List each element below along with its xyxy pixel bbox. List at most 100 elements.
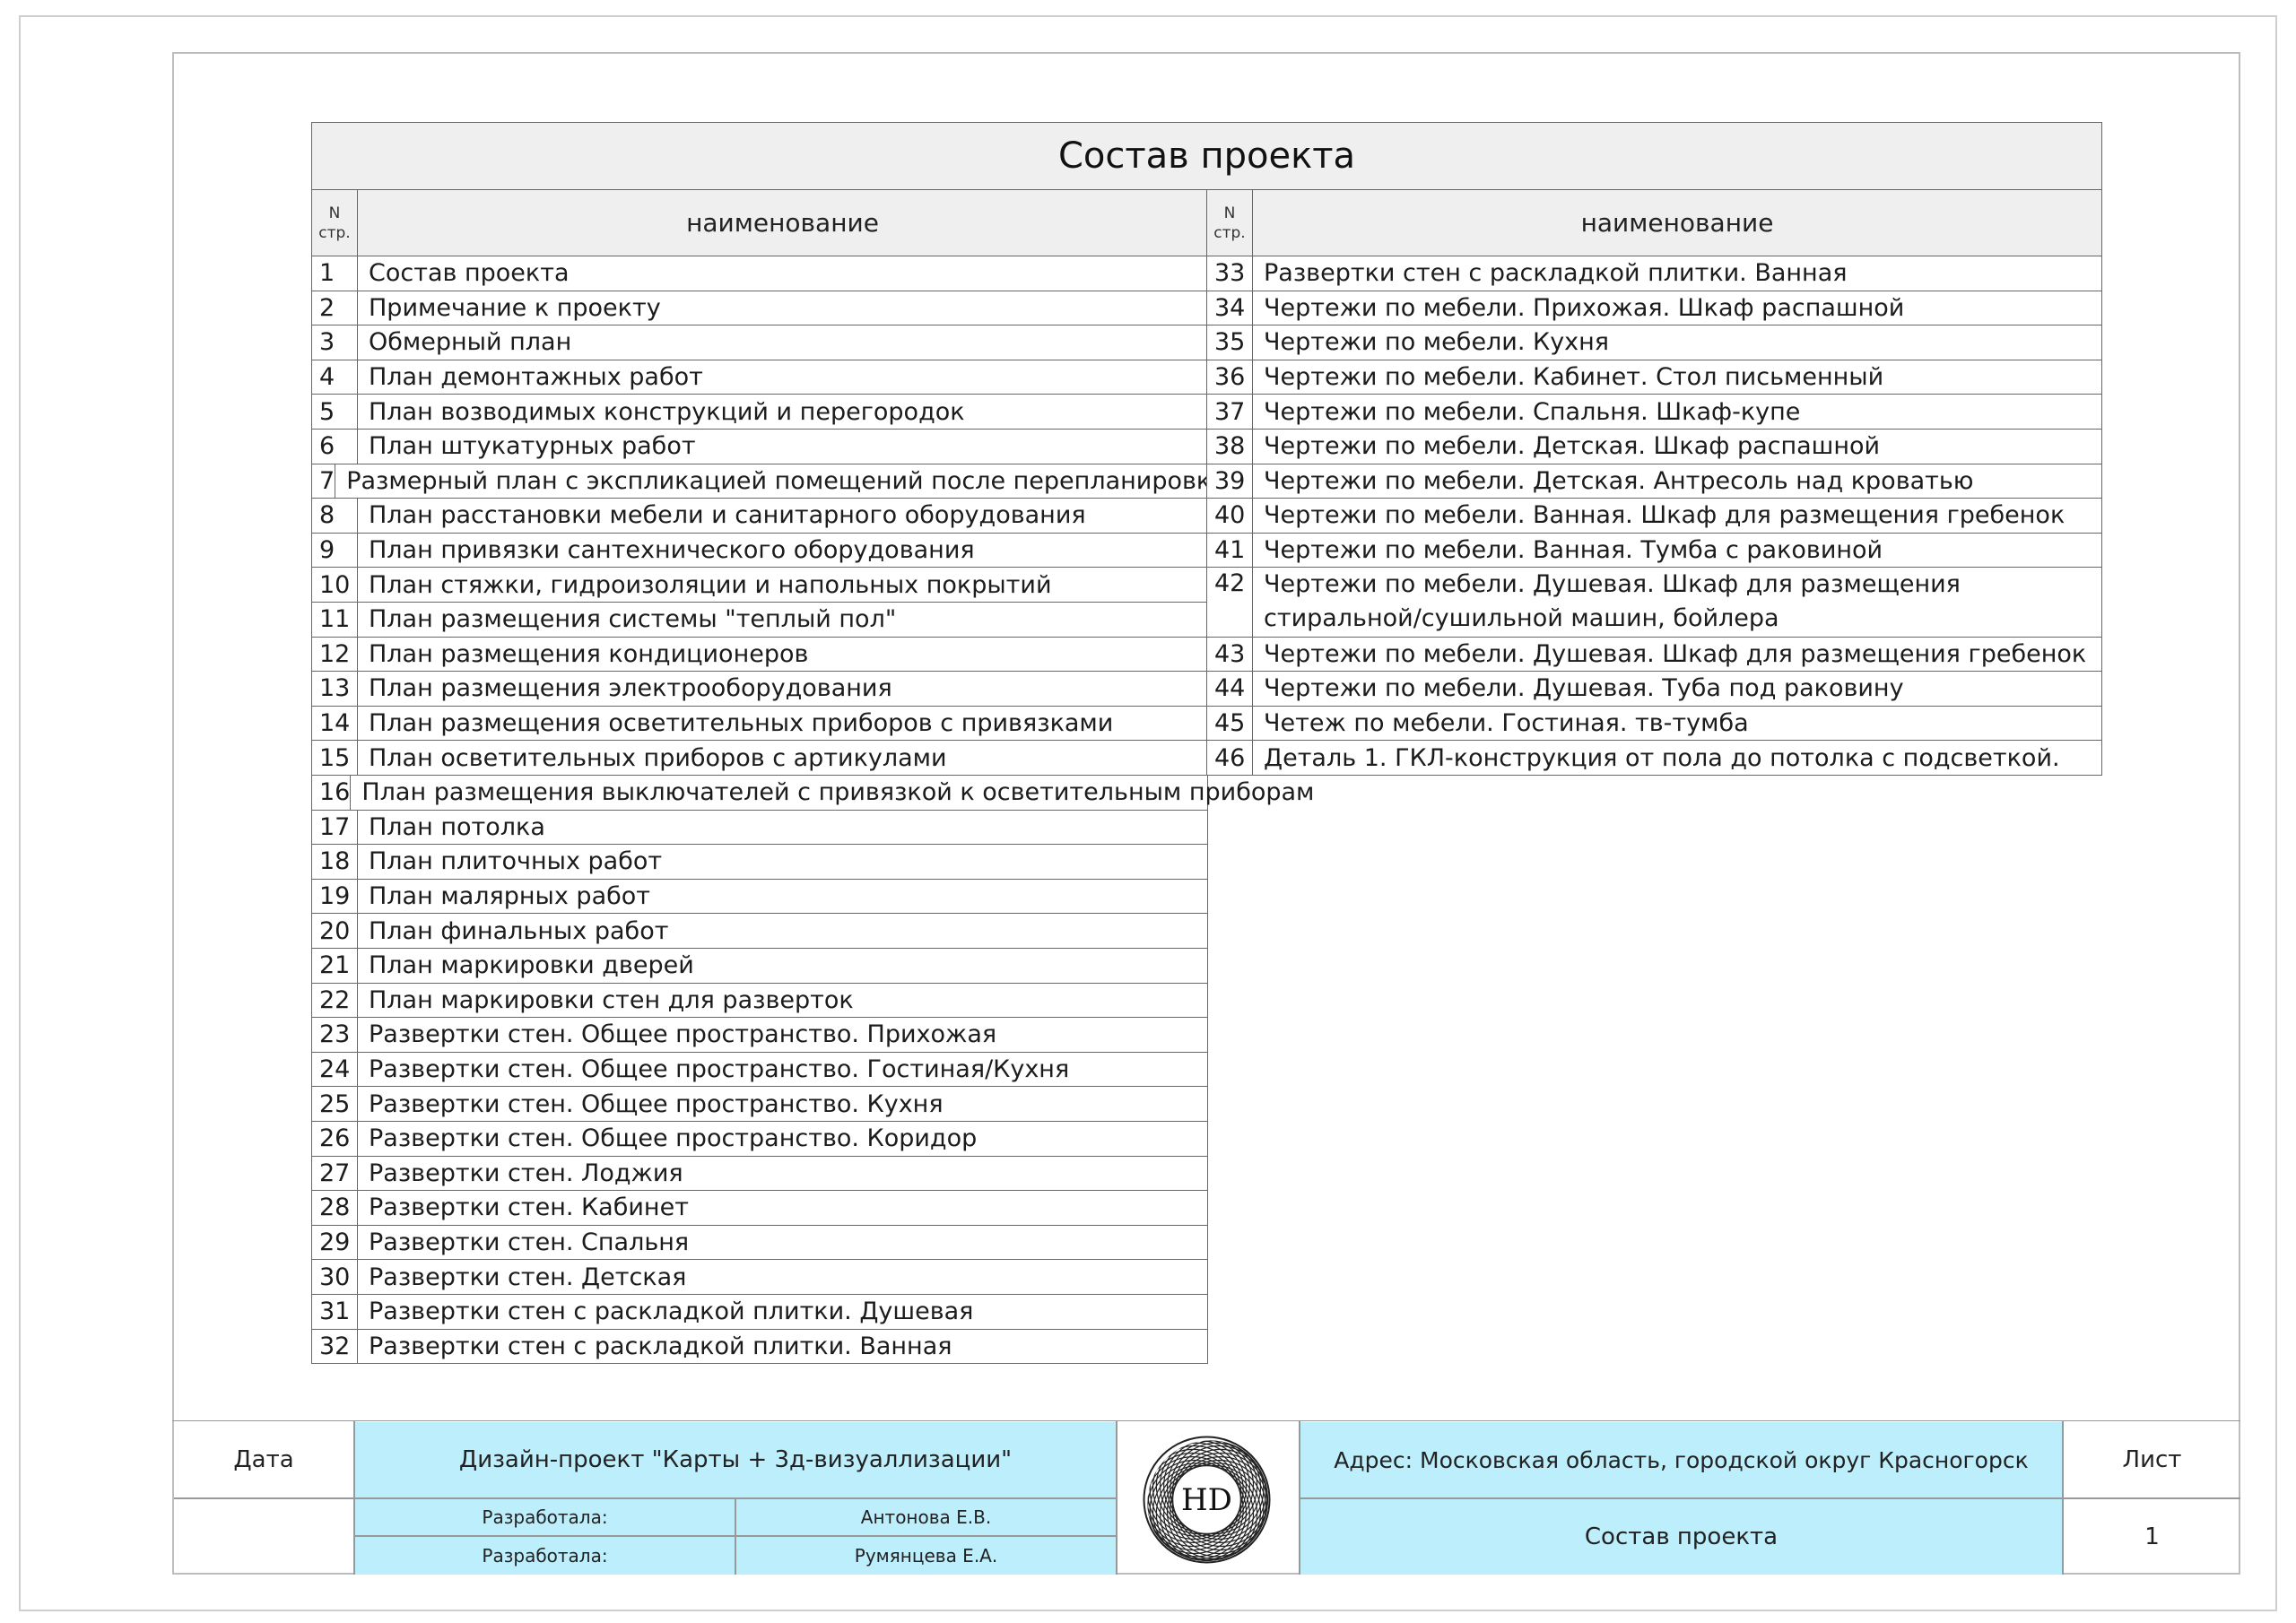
project-title: Дизайн-проект "Карты + 3д-визуаллизации" xyxy=(355,1422,1116,1497)
row-name: Чертежи по мебели. Душевая. Шкаф для раз… xyxy=(1264,639,2087,668)
table-row: 37 Чертежи по мебели. Спальня. Шкаф-купе xyxy=(1206,395,2102,430)
row-name: Развертки стен с раскладкой плитки. Ванн… xyxy=(369,1332,952,1360)
row-name: План размещения кондиционеров xyxy=(369,639,809,668)
row-number: 28 xyxy=(312,1191,358,1225)
table-row: 15 План осветительных приборов с артикула… xyxy=(311,741,1208,776)
row-name: Развертки стен. Спальня xyxy=(369,1228,690,1257)
row-number: 43 xyxy=(1207,637,1253,672)
table-row: 18 План плиточных работ xyxy=(311,845,1208,880)
developer-role-2: Разработала: xyxy=(355,1537,735,1575)
table-row: 17 План потолка xyxy=(311,810,1208,846)
row-name: Примечание к проекту xyxy=(369,293,661,322)
sheet-label: Лист xyxy=(2122,1446,2182,1473)
tb-divider xyxy=(174,1497,1116,1499)
table-row: 32 Развертки стен с раскладкой плитки. Ва… xyxy=(311,1329,1208,1365)
row-name: План расстановки мебели и санитарного об… xyxy=(369,501,1086,530)
row-number: 23 xyxy=(312,1018,358,1052)
row-number: 24 xyxy=(312,1052,358,1087)
developer-name-1: Антонова Е.В. xyxy=(736,1499,1116,1535)
row-name: Чертежи по мебели. Ванная. Шкаф для разм… xyxy=(1264,501,2066,530)
table-row: 25 Развертки стен. Общее пространство. Ку… xyxy=(311,1087,1208,1122)
row-name: Развертки стен. Детская xyxy=(369,1263,687,1291)
row-name: Чертежи по мебели. Кабинет. Стол письмен… xyxy=(1264,363,1884,392)
row-name: Развертки стен с раскладкой плитки. Душе… xyxy=(369,1298,974,1326)
row-name: Четеж по мебели. Гостиная. тв-тумба xyxy=(1264,709,1749,738)
table-row: 2 Примечание к проекту xyxy=(311,291,1208,326)
date-label: Дата xyxy=(233,1446,294,1473)
developer-name-2: Румянцева Е.А. xyxy=(736,1537,1116,1575)
table-row: 31 Развертки стен с раскладкой плитки. Ду… xyxy=(311,1295,1208,1330)
row-name: Чертежи по мебели. Душевая. Шкаф для раз… xyxy=(1264,570,1961,633)
table-row: 5 План возводимых конструкций и перегород… xyxy=(311,395,1208,430)
row-number: 38 xyxy=(1207,430,1253,464)
table-row: 42 Чертежи по мебели. Душевая. Шкаф для р… xyxy=(1206,568,2102,638)
header-name: наименование xyxy=(1580,208,1774,238)
table-row: 35 Чертежи по мебели. Кухня xyxy=(1206,325,2102,360)
table-row: 13 План размещения электрооборудования xyxy=(311,672,1208,707)
table-row: 24 Развертки стен. Общее пространство. Го… xyxy=(311,1052,1208,1088)
row-name: План возводимых конструкций и перегородо… xyxy=(369,397,965,426)
row-number: 44 xyxy=(1207,672,1253,706)
tb-divider xyxy=(1300,1497,2240,1499)
row-number: 26 xyxy=(312,1122,358,1156)
row-number: 31 xyxy=(312,1295,358,1329)
row-number: 13 xyxy=(312,672,358,706)
row-name: Обмерный план xyxy=(369,328,572,357)
row-number: 32 xyxy=(312,1329,358,1364)
row-number: 30 xyxy=(312,1260,358,1294)
row-name: План штукатурных работ xyxy=(369,432,696,461)
table-row: 30 Развертки стен. Детская xyxy=(311,1260,1208,1295)
developer-role-1: Разработала: xyxy=(355,1499,735,1535)
table-row: 27 Развертки стен. Лоджия xyxy=(311,1156,1208,1192)
row-name: Чертежи по мебели. Кухня xyxy=(1264,328,1610,357)
row-number: 37 xyxy=(1207,395,1253,429)
table-row: 12 План размещения кондиционеров xyxy=(311,637,1208,673)
row-number: 27 xyxy=(312,1156,358,1191)
table-row: 33 Развертки стен с раскладкой плитки. Ва… xyxy=(1206,256,2102,291)
row-number: 17 xyxy=(312,810,358,845)
table-row: 6 План штукатурных работ xyxy=(311,430,1208,464)
table-row: 44 Чертежи по мебели. Душевая. Туба под р… xyxy=(1206,672,2102,707)
table-row: 36 Чертежи по мебели. Кабинет. Стол письм… xyxy=(1206,360,2102,395)
row-number: 42 xyxy=(1207,568,1253,637)
header-n-label: N xyxy=(1223,204,1236,222)
tb-divider xyxy=(355,1535,1116,1537)
row-number: 41 xyxy=(1207,533,1253,568)
row-name: Развертки стен с раскладкой плитки. Ванн… xyxy=(1264,259,1848,288)
row-name: План потолка xyxy=(369,812,545,841)
row-number: 6 xyxy=(312,430,358,464)
row-name: Развертки стен. Общее пространство. Гост… xyxy=(369,1055,1070,1084)
tb-divider xyxy=(1116,1421,1118,1575)
row-number: 11 xyxy=(312,603,358,637)
row-number: 18 xyxy=(312,845,358,879)
table-row: 46 Деталь 1. ГКЛ-конструкция от пола до п… xyxy=(1206,741,2102,776)
row-name: План размещения выключателей с привязкой… xyxy=(361,778,1315,807)
table-row: 16 План размещения выключателей с привязк… xyxy=(311,776,1314,811)
row-number: 3 xyxy=(312,325,358,360)
sheet-number: 1 xyxy=(2144,1523,2160,1550)
row-number: 16 xyxy=(312,776,352,810)
table-header-left: N стр. наименование xyxy=(311,189,1208,256)
address-text: Адрес: Московская область, городской окр… xyxy=(1300,1422,2062,1497)
table-row: 4 План демонтажных работ xyxy=(311,360,1208,395)
row-name: План привязки сантехнического оборудован… xyxy=(369,536,975,565)
row-number: 33 xyxy=(1207,256,1253,291)
table-header-right: N стр. наименование xyxy=(1206,189,2102,256)
row-number: 25 xyxy=(312,1087,358,1121)
row-name: Чертежи по мебели. Ванная. Тумба с раков… xyxy=(1264,536,1883,565)
row-number: 19 xyxy=(312,879,358,914)
row-number: 22 xyxy=(312,983,358,1018)
row-number: 14 xyxy=(312,706,358,741)
header-page-number: N стр. xyxy=(312,190,358,256)
row-name: Размерный план с экспликацией помещений … xyxy=(346,466,1227,495)
row-number: 4 xyxy=(312,360,358,395)
row-name: Чертежи по мебели. Детская. Шкаф распашн… xyxy=(1264,432,1881,461)
header-page-label: стр. xyxy=(1213,223,1246,242)
table-row: 40 Чертежи по мебели. Ванная. Шкаф для ра… xyxy=(1206,499,2102,534)
logo-text: HD xyxy=(1181,1482,1232,1518)
row-number: 21 xyxy=(312,949,358,983)
row-number: 39 xyxy=(1207,464,1253,499)
row-number: 20 xyxy=(312,914,358,948)
table-row: 23 Развертки стен. Общее пространство. Пр… xyxy=(311,1018,1208,1053)
row-number: 40 xyxy=(1207,499,1253,533)
